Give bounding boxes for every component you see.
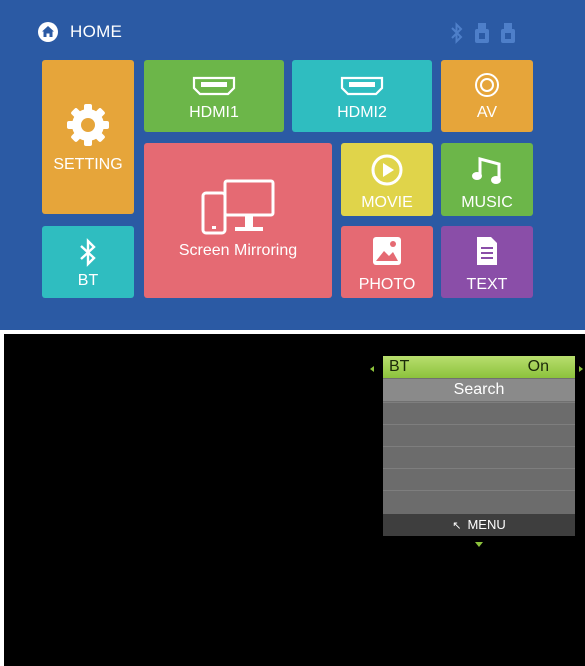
hdmi-icon [192,76,236,96]
tile-music[interactable]: MUSIC [441,143,533,216]
search-menu-item[interactable]: Search [383,379,575,401]
usb-icon [501,23,515,43]
empty-list-row [383,424,575,447]
music-note-icon [472,157,501,184]
menu-footer-label: MENU [467,517,506,532]
tile-movie-label: MOVIE [361,194,413,211]
tile-photo-label: PHOTO [358,276,416,293]
tile-setting[interactable]: SETTING [42,60,134,214]
back-arrow-icon: ↖ [452,520,462,532]
status-bar [450,22,516,44]
menu-scroll-down-icon[interactable] [475,542,483,547]
tile-setting-label: SETTING [53,156,123,173]
gear-icon [67,104,109,146]
tile-screen-mirroring[interactable]: Screen Mirroring [144,143,332,298]
bluetooth-icon [80,238,96,267]
bluetooth-icon [451,22,463,44]
page-title: HOME [70,22,123,41]
usb-icon [475,23,489,43]
av-icon [475,73,499,97]
tile-music-label: MUSIC [461,194,513,211]
home-screen: HOME SETTING HDMI1 HDMI2 AV Screen Mirro… [0,0,585,330]
empty-list-row [383,468,575,491]
home-icon[interactable] [38,22,58,42]
bt-menu: BT On Search ↖ MENU [383,356,575,536]
tile-text-label: TEXT [466,276,508,293]
hdmi-icon [340,76,384,96]
tile-bt[interactable]: BT [42,226,134,298]
tile-av[interactable]: AV [441,60,533,132]
photo-icon [373,237,401,265]
menu-next-arrow-icon[interactable] [579,366,583,372]
tile-hdmi1-label: HDMI1 [189,104,239,121]
tile-av-label: AV [476,104,498,121]
menu-prev-arrow-icon[interactable] [370,366,374,372]
tile-hdmi2-label: HDMI2 [337,104,387,121]
empty-list-row [383,490,575,514]
bt-toggle-value: On [527,358,549,375]
bt-toggle-label: BT [389,358,410,375]
play-icon [371,154,403,186]
document-icon [477,237,497,265]
tile-movie[interactable]: MOVIE [341,143,433,216]
home-header: HOME [38,20,122,44]
tile-text[interactable]: TEXT [441,226,533,298]
empty-list-row [383,446,575,469]
tile-photo[interactable]: PHOTO [341,226,433,298]
tile-hdmi2[interactable]: HDMI2 [292,60,432,132]
phone-monitor-icon [201,179,275,235]
player-screen: BT On Search ↖ MENU [4,334,585,666]
tile-hdmi1[interactable]: HDMI1 [144,60,284,132]
menu-footer[interactable]: ↖ MENU [383,514,575,536]
bt-toggle-row[interactable]: BT On [383,356,575,378]
tile-screen-mirroring-label: Screen Mirroring [178,242,298,259]
tile-bt-label: BT [77,272,99,289]
empty-list-row [383,402,575,425]
